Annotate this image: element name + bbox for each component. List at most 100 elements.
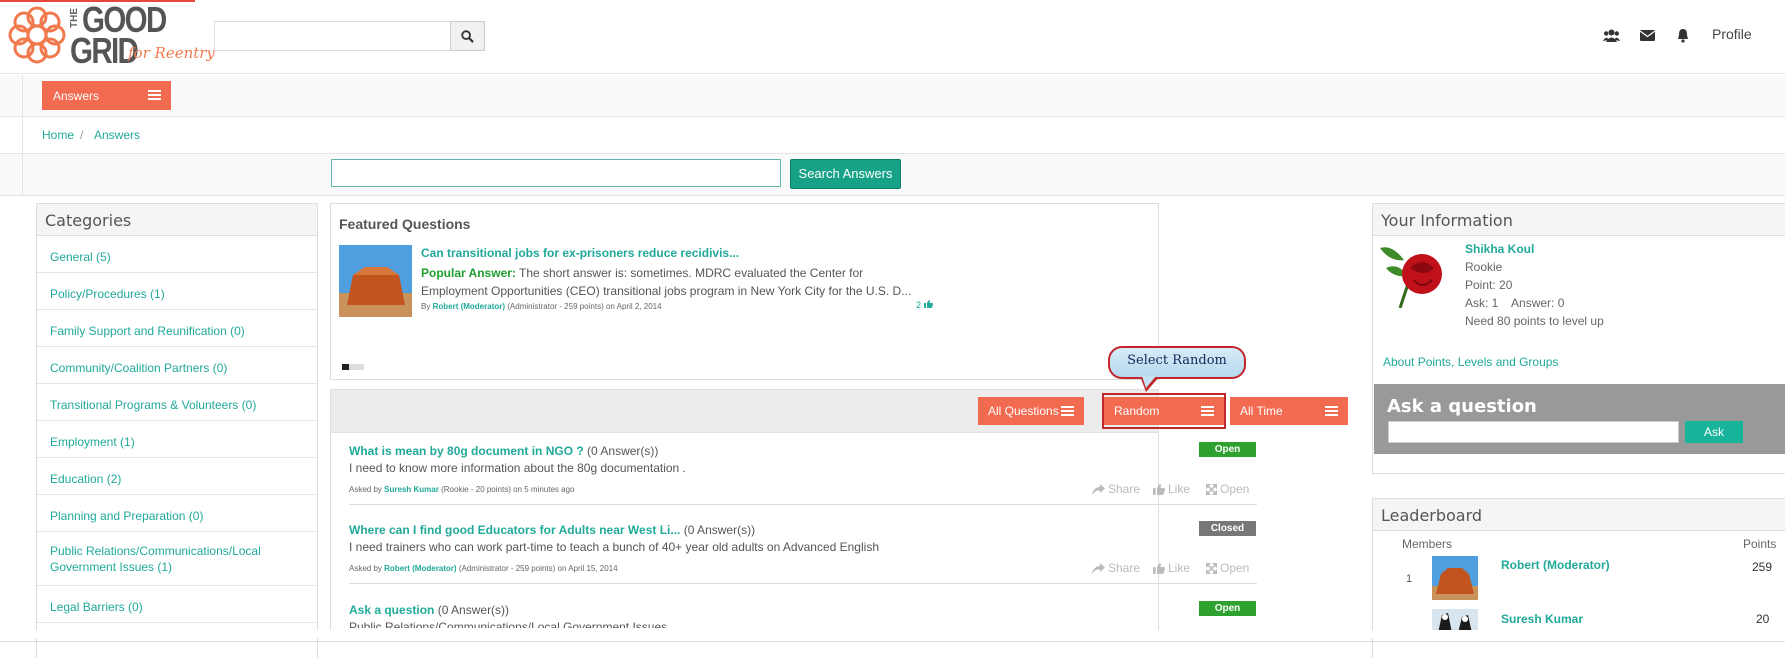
asked-by-label: Asked by [349, 485, 382, 494]
featured-title: Featured Questions [339, 216, 471, 232]
carousel-dots[interactable] [342, 364, 364, 370]
like-button[interactable]: Like [1153, 561, 1190, 575]
hamburger-icon [148, 90, 161, 101]
answer-count: (0 Answer(s)) [437, 603, 510, 617]
open-button[interactable]: Open [1206, 482, 1249, 496]
user-ask-answer: Ask: 1 Answer: 0 [1465, 296, 1565, 310]
breadcrumb [0, 116, 1785, 154]
like-button[interactable]: Like [1153, 482, 1190, 496]
question-author-link[interactable]: Robert (Moderator) [384, 564, 456, 573]
ask-question-input[interactable] [1388, 421, 1679, 443]
horizontal-scrollbar[interactable] [0, 630, 1785, 638]
question-byline: Asked by Suresh Kumar (Rookie - 20 point… [349, 485, 574, 494]
likes-count: 2 [916, 300, 922, 310]
by-label: By [421, 302, 431, 311]
list-item: Ask a question (0 Answer(s)) [349, 603, 509, 617]
leaderboard-title: Leaderboard [1373, 499, 1785, 531]
bell-icon[interactable] [1674, 26, 1692, 44]
ask-question-box [1374, 384, 1785, 454]
like-label: Like [1168, 482, 1191, 496]
category-item[interactable]: Education (2) [37, 458, 317, 495]
share-button[interactable]: Share [1092, 482, 1140, 496]
featured-popular-answer: Popular Answer: The short answer is: som… [421, 264, 921, 300]
question-byline: Asked by Robert (Moderator) (Administrat… [349, 564, 618, 573]
ask-button[interactable]: Ask [1685, 421, 1743, 443]
expand-icon [1206, 562, 1217, 574]
category-item[interactable]: Planning and Preparation (0) [37, 495, 317, 532]
leaderboard-points: 259 [1752, 560, 1773, 574]
list-item: What is mean by 80g document in NGO ? (0… [349, 444, 658, 458]
site-search-button[interactable] [450, 21, 485, 51]
row-divider [349, 583, 1257, 584]
categories-title: Categories [37, 204, 317, 236]
featured-byline: By Robert (Moderator) (Administrator - 2… [421, 302, 662, 311]
question-author-meta: (Administrator - 259 points) on April 15… [458, 564, 618, 573]
profile-link[interactable]: Profile [1712, 26, 1752, 42]
points-column-header: Points [1743, 537, 1777, 551]
all-time-filter-button[interactable]: All Time [1230, 397, 1348, 425]
category-item[interactable]: Employment (1) [37, 421, 317, 458]
category-item[interactable]: Family Support and Reunification (0) [37, 310, 317, 347]
callout-pointer-fill [1142, 376, 1156, 388]
leaderboard-member-link[interactable]: Suresh Kumar [1501, 612, 1583, 626]
answer-count: (0 Answer(s)) [683, 523, 756, 537]
featured-question-link[interactable]: Can transitional jobs for ex-prisoners r… [421, 246, 739, 260]
asked-by-label: Asked by [349, 564, 382, 573]
category-item[interactable]: Policy/Procedures (1) [37, 273, 317, 310]
category-item[interactable]: Transitional Programs & Volunteers (0) [37, 384, 317, 421]
user-name-link[interactable]: Shikha Koul [1465, 242, 1534, 256]
question-title-link[interactable]: Ask a question [349, 603, 434, 617]
featured-author-meta: (Administrator - 259 points) on April 2,… [507, 302, 662, 311]
question-title-link[interactable]: Where can I find good Educators for Adul… [349, 523, 680, 537]
site-search-input[interactable] [214, 21, 450, 51]
category-item[interactable]: Public Relations/Communications/Local Go… [37, 532, 317, 586]
featured-likes[interactable]: 2 [916, 300, 933, 310]
question-title-link[interactable]: What is mean by 80g document in NGO ? [349, 444, 584, 458]
category-item[interactable]: General (5) [37, 236, 317, 273]
thumbs-up-icon [923, 300, 933, 308]
avatar [1380, 247, 1442, 308]
left-divider [22, 75, 23, 195]
leaderboard-avatar [1432, 556, 1478, 600]
answer-search-input[interactable] [331, 159, 781, 187]
share-icon [1092, 562, 1105, 574]
open-label: Open [1220, 482, 1250, 496]
featured-author-link[interactable]: Robert (Moderator) [433, 302, 505, 311]
leaderboard-member-link[interactable]: Robert (Moderator) [1501, 558, 1610, 572]
answers-menu-button[interactable]: Answers [42, 81, 171, 110]
logo-tagline: for Reentry [128, 44, 215, 62]
all-questions-filter-button[interactable]: All Questions [978, 397, 1084, 425]
share-button[interactable]: Share [1092, 561, 1140, 575]
open-button[interactable]: Open [1206, 561, 1249, 575]
thumbs-up-icon [1153, 562, 1165, 574]
category-item[interactable]: Community/Coalition Partners (0) [37, 347, 317, 384]
breadcrumb-home[interactable]: Home [42, 128, 74, 142]
thumbs-up-icon [1153, 483, 1165, 495]
user-points: Point: 20 [1465, 278, 1513, 292]
featured-thumbnail [339, 245, 412, 317]
answer-count: (0 Answer(s)) [587, 444, 659, 458]
users-icon[interactable] [1602, 26, 1620, 44]
logo-the-text: THE [69, 8, 80, 28]
expand-icon [1206, 483, 1217, 495]
all-questions-label: All Questions [988, 404, 1059, 418]
question-body: I need trainers who can work part-time t… [349, 540, 879, 554]
answers-menu-label: Answers [53, 89, 100, 103]
logo-flower-icon[interactable] [6, 4, 68, 66]
user-rank: Rookie [1465, 260, 1503, 274]
about-points-link[interactable]: About Points, Levels and Groups [1383, 355, 1558, 369]
breadcrumb-answers[interactable]: Answers [94, 128, 140, 142]
categories-panel: Categories General (5) Policy/Procedures… [36, 203, 318, 658]
question-author-link[interactable]: Suresh Kumar [384, 485, 439, 494]
share-label: Share [1108, 482, 1141, 496]
breadcrumb-separator: / [80, 128, 84, 142]
search-answers-button[interactable]: Search Answers [790, 159, 901, 189]
category-item[interactable]: Legal Barriers (0) [37, 586, 317, 623]
question-body: I need to know more information about th… [349, 461, 686, 475]
question-author-meta: (Rookie - 20 points) on 5 minutes ago [441, 485, 575, 494]
status-badge: Open [1199, 601, 1256, 616]
select-random-callout: Select Random [1108, 346, 1246, 379]
list-item: Where can I find good Educators for Adul… [349, 523, 755, 537]
envelope-icon[interactable] [1638, 26, 1656, 44]
page-bottom-divider [0, 641, 1785, 642]
